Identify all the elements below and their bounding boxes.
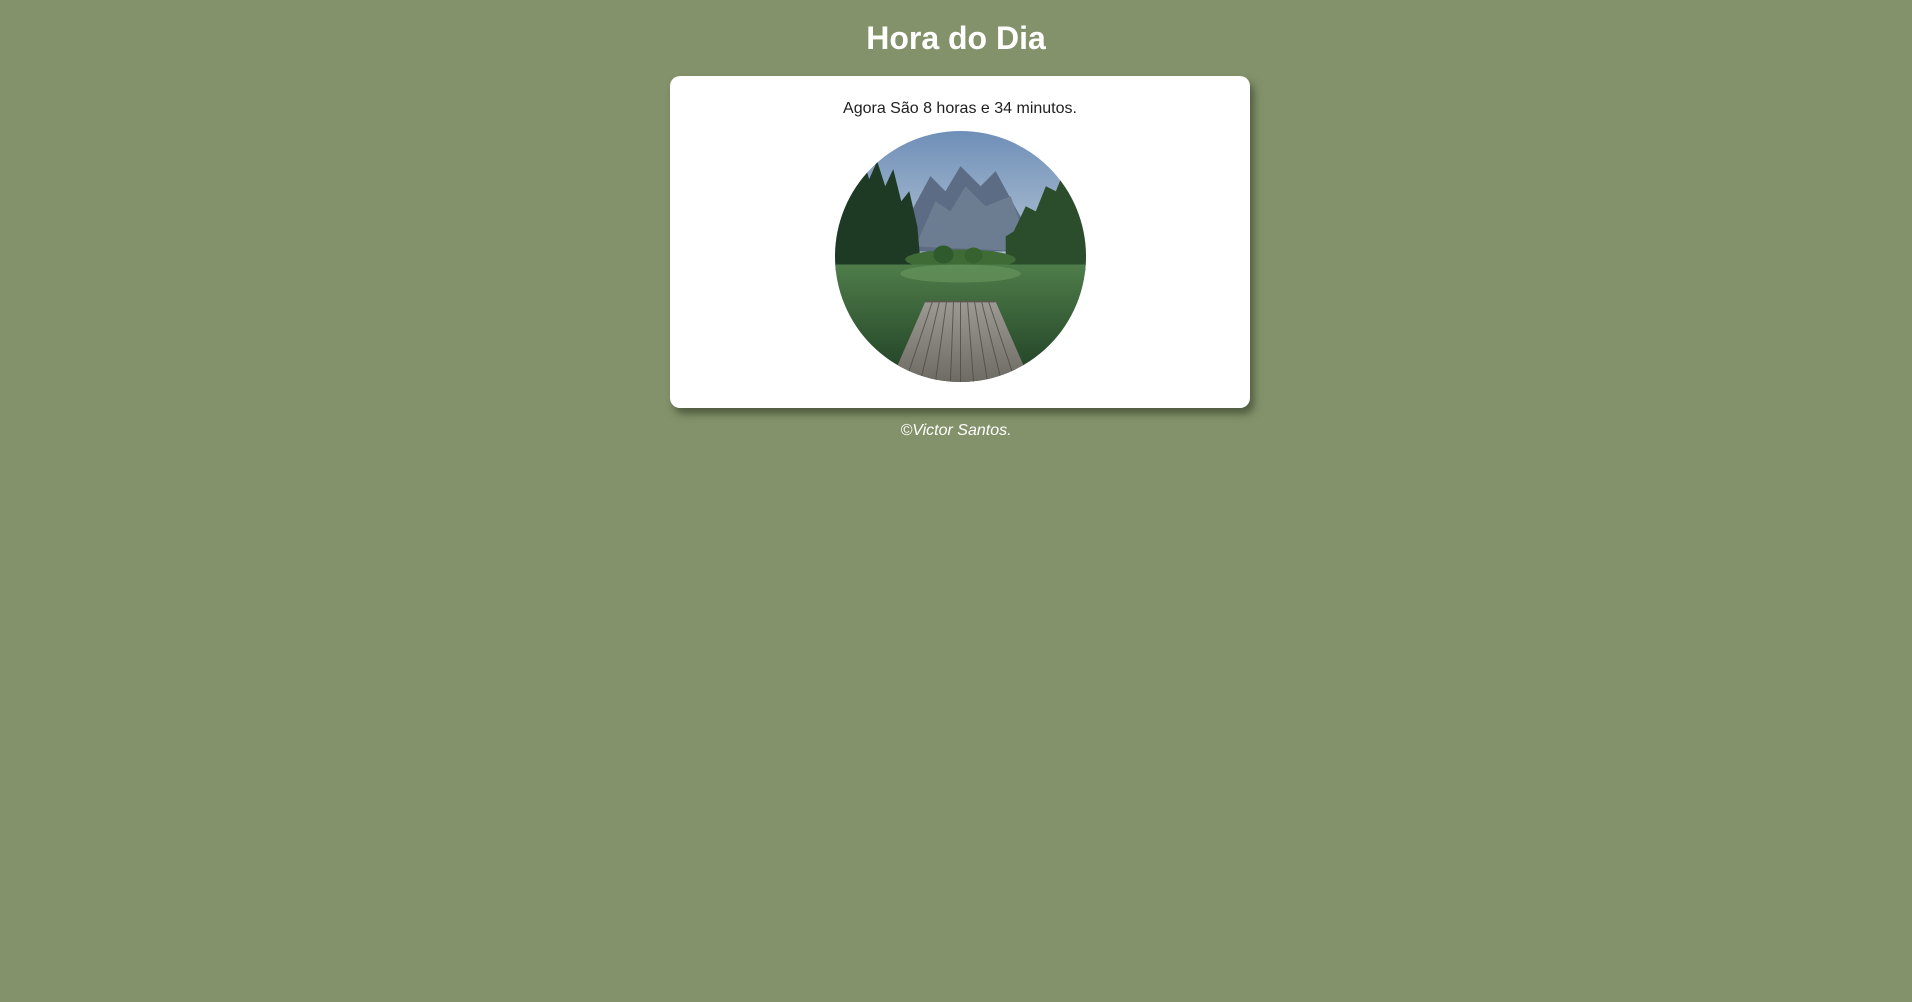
copyright-footer: ©Victor Santos. <box>900 422 1012 439</box>
time-message: Agora São 8 horas e 34 minutos. <box>843 100 1077 117</box>
lake-pier-landscape-icon <box>835 131 1086 382</box>
time-of-day-image <box>835 131 1086 382</box>
page-title: Hora do Dia <box>866 20 1046 56</box>
content-card: Agora São 8 horas e 34 minutos. <box>670 76 1250 408</box>
